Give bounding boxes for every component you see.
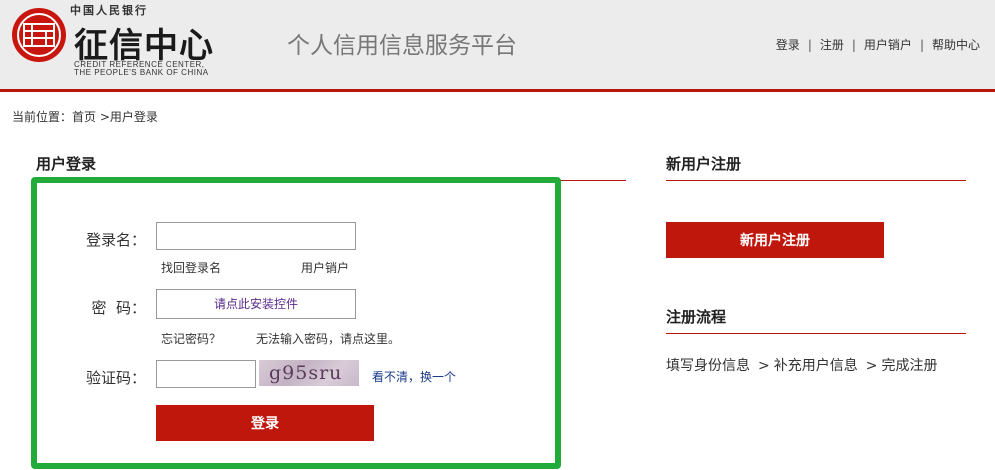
- breadcrumb: 当前位置：首页 >用户登录: [12, 108, 158, 125]
- new-user-register-button[interactable]: 新用户注册: [666, 222, 884, 258]
- platform-title: 个人信用信息服务平台: [287, 33, 517, 59]
- credit-seal-icon: [12, 8, 66, 62]
- cancel-account-link[interactable]: 用户销户: [301, 259, 349, 276]
- register-process-divider: [666, 333, 966, 334]
- login-submit-button[interactable]: 登录: [156, 405, 374, 441]
- register-title-divider: [666, 180, 966, 181]
- register-step-1: 填写身份信息: [666, 358, 750, 374]
- nav-register-link[interactable]: 注册: [820, 38, 844, 52]
- captcha-text: g95sru: [269, 362, 343, 384]
- captcha-image[interactable]: g95sru: [259, 360, 359, 386]
- username-input[interactable]: [156, 222, 356, 250]
- breadcrumb-arrow: >: [99, 110, 110, 124]
- step-arrow: >: [758, 358, 770, 374]
- captcha-refresh-link[interactable]: 看不清，换一个: [372, 368, 456, 385]
- step-arrow: >: [865, 358, 878, 374]
- nav-cancel-account-link[interactable]: 用户销户: [864, 38, 912, 52]
- find-username-link[interactable]: 找回登录名: [161, 259, 221, 276]
- breadcrumb-home-link[interactable]: 首页: [72, 110, 96, 124]
- nav-separator: |: [807, 38, 812, 52]
- nav-login-link[interactable]: 登录: [776, 38, 800, 52]
- register-process-title: 注册流程: [666, 308, 727, 326]
- username-label: 登录名：: [85, 231, 146, 249]
- register-section-title: 新用户注册: [666, 155, 742, 173]
- install-password-control-button[interactable]: 请点此安装控件: [156, 289, 356, 319]
- cannot-input-password-link[interactable]: 无法输入密码，请点这里。: [256, 330, 400, 347]
- register-steps: 填写身份信息 > 补充用户信息 > 完成注册: [666, 355, 937, 375]
- captcha-label: 验证码：: [85, 369, 146, 387]
- nav-help-link[interactable]: 帮助中心: [932, 38, 980, 52]
- login-section-title: 用户登录: [36, 155, 97, 173]
- register-step-2: 补充用户信息: [773, 358, 858, 374]
- logo-english-line-2: THE PEOPLE'S BANK OF CHINA: [74, 68, 209, 77]
- nav-separator: |: [919, 38, 924, 52]
- nav-separator: |: [851, 38, 856, 52]
- breadcrumb-prefix: 当前位置：: [12, 110, 73, 124]
- captcha-input[interactable]: [156, 360, 256, 388]
- register-step-3: 完成注册: [881, 358, 938, 374]
- top-nav: 登录 | 注册 | 用户销户 | 帮助中心: [776, 36, 980, 53]
- password-label: 密 码：: [91, 299, 146, 317]
- forgot-password-link[interactable]: 忘记密码？: [161, 330, 221, 347]
- logo-top-text: 中国人民银行: [70, 4, 148, 17]
- site-header: 中国人民银行 征信中心 CREDIT REFERENCE CENTER, THE…: [0, 0, 995, 92]
- breadcrumb-current: 用户登录: [109, 110, 158, 124]
